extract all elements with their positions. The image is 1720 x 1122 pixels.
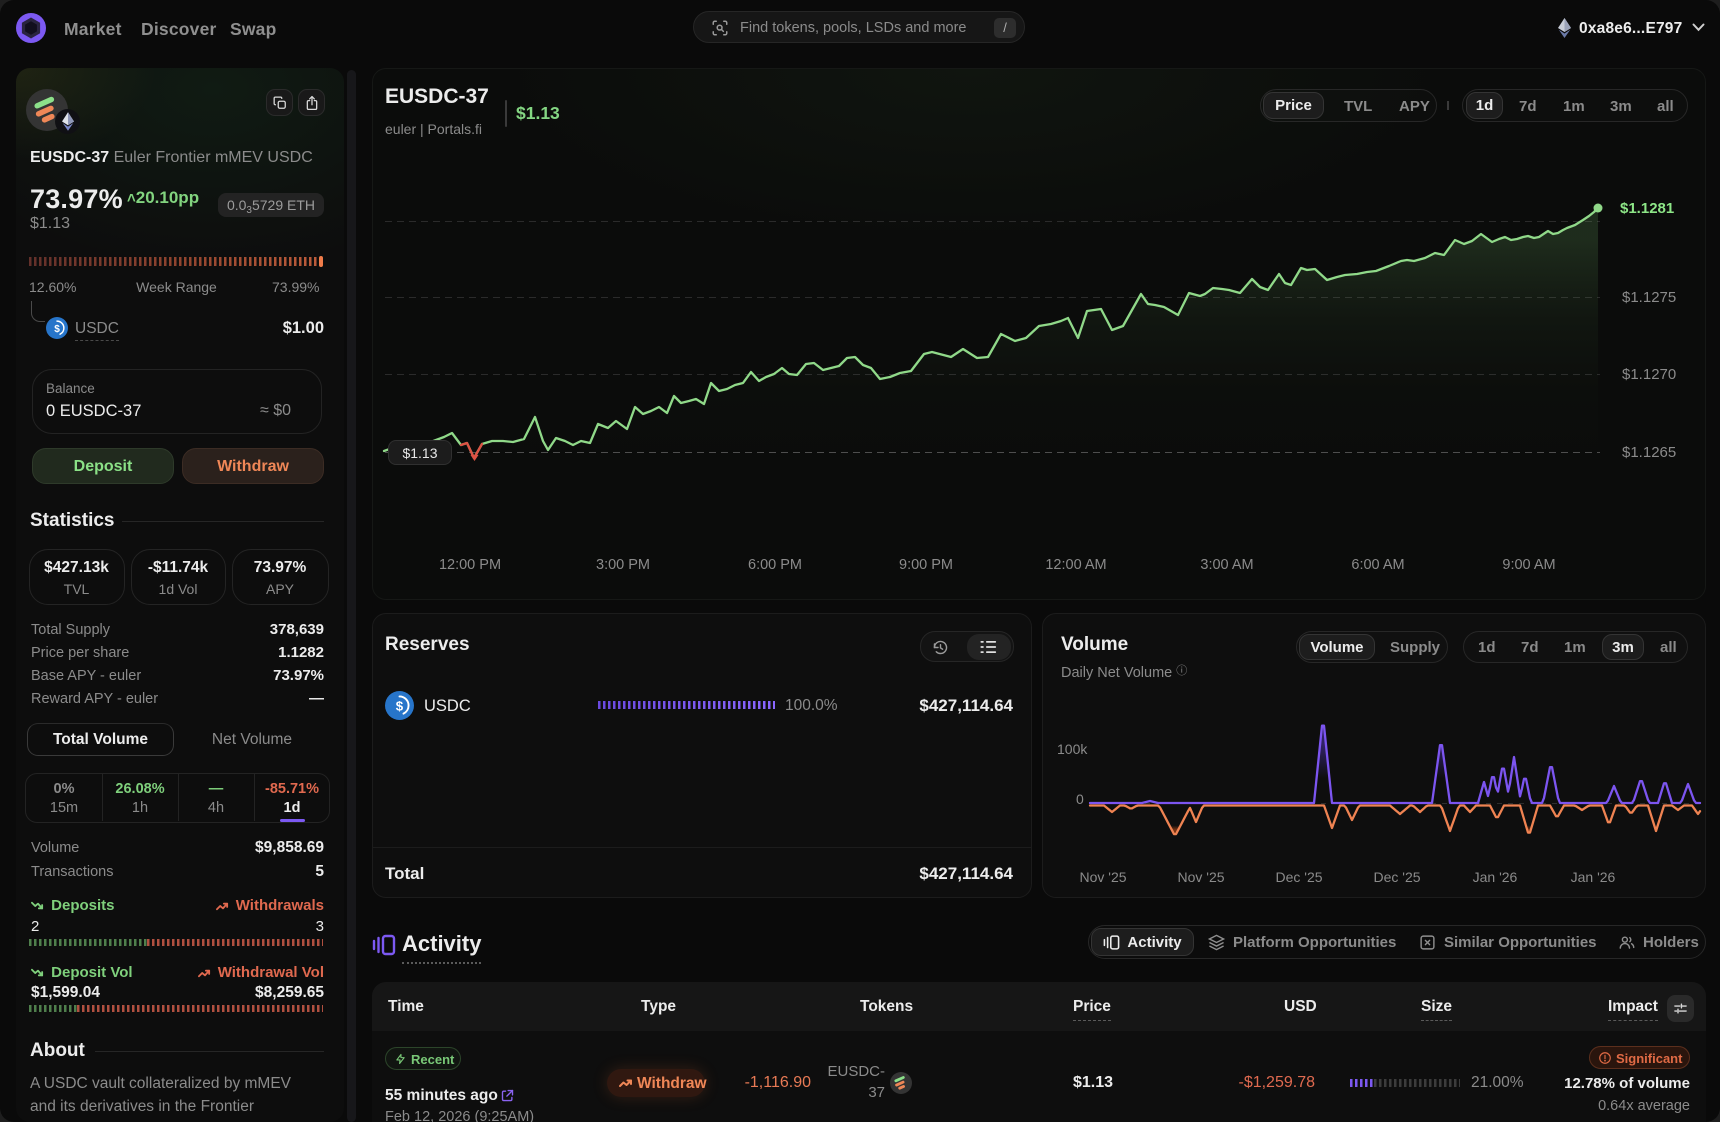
svg-text:$: $ [396, 699, 404, 714]
svg-text:$: $ [54, 324, 60, 335]
